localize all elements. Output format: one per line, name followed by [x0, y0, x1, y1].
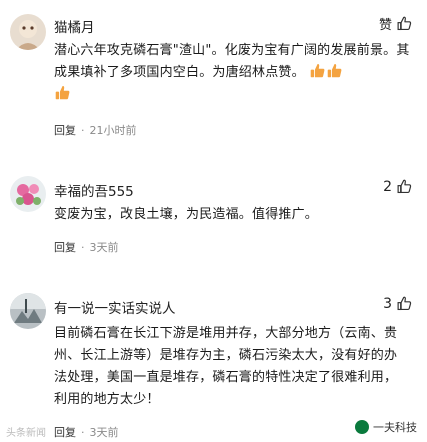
user-name[interactable]: 有一说一实话实说人 — [54, 297, 176, 317]
meta-separator: · — [81, 123, 85, 137]
watermark-left-text: 头条新闻 — [6, 428, 46, 439]
thumbs-up-icon — [397, 296, 412, 311]
like-label: 赞 — [378, 18, 392, 33]
comment-time: 21小时前 — [89, 124, 137, 137]
watermark-right-text: 一夫科技 — [373, 421, 417, 434]
comment-meta: 回复 · 3天前 — [54, 239, 119, 255]
thumbs-up-emoji-icon — [310, 64, 325, 78]
comment-meta: 回复 · 21小时前 — [54, 122, 137, 138]
comment-time: 3天前 — [89, 426, 119, 439]
thumbs-up-icon — [397, 16, 412, 31]
like-count: 3 — [383, 295, 392, 312]
wechat-logo-icon — [355, 420, 369, 434]
comment-time: 3天前 — [89, 241, 119, 254]
user-name[interactable]: 幸福的吾555 — [54, 180, 134, 200]
like-button[interactable]: 2 — [383, 178, 413, 195]
like-button[interactable]: 赞 — [379, 14, 413, 33]
watermark-right: 一夫科技 — [355, 419, 417, 435]
avatar[interactable] — [10, 176, 46, 212]
comment-text: 潜心六年攻克磷石膏"渣山"。化废为宝有广阔的发展前景。其成果填补了多项国内空白。… — [54, 40, 410, 106]
avatar[interactable] — [10, 293, 46, 329]
comment-text: 变废为宝，改良土壤，为民造福。值得推广。 — [54, 207, 319, 222]
reply-button[interactable]: 回复 — [54, 239, 76, 255]
comment-text: 目前磷石膏在长江下游是堆用并存，大部分地方（云南、贵州、长江上游等）是堆存为主，… — [54, 326, 398, 407]
comment-meta: 回复 · 3天前 — [54, 424, 119, 440]
comment-text-content: 潜心六年攻克磷石膏"渣山"。化废为宝有广阔的发展前景。其成果填补了多项国内空白。… — [54, 43, 410, 80]
reply-button[interactable]: 回复 — [54, 122, 76, 138]
thumbs-up-emoji-icon — [55, 86, 70, 100]
like-button[interactable]: 3 — [383, 295, 413, 312]
watermark-left: 头条新闻 — [6, 424, 46, 439]
meta-separator: · — [81, 425, 85, 439]
avatar[interactable] — [10, 14, 46, 50]
thumbs-up-emoji-icon — [327, 64, 342, 78]
thumbs-up-icon — [397, 179, 412, 194]
meta-separator: · — [81, 240, 85, 254]
user-name[interactable]: 猫橘月 — [54, 16, 95, 36]
reply-button[interactable]: 回复 — [54, 424, 76, 440]
like-count: 2 — [383, 178, 392, 195]
